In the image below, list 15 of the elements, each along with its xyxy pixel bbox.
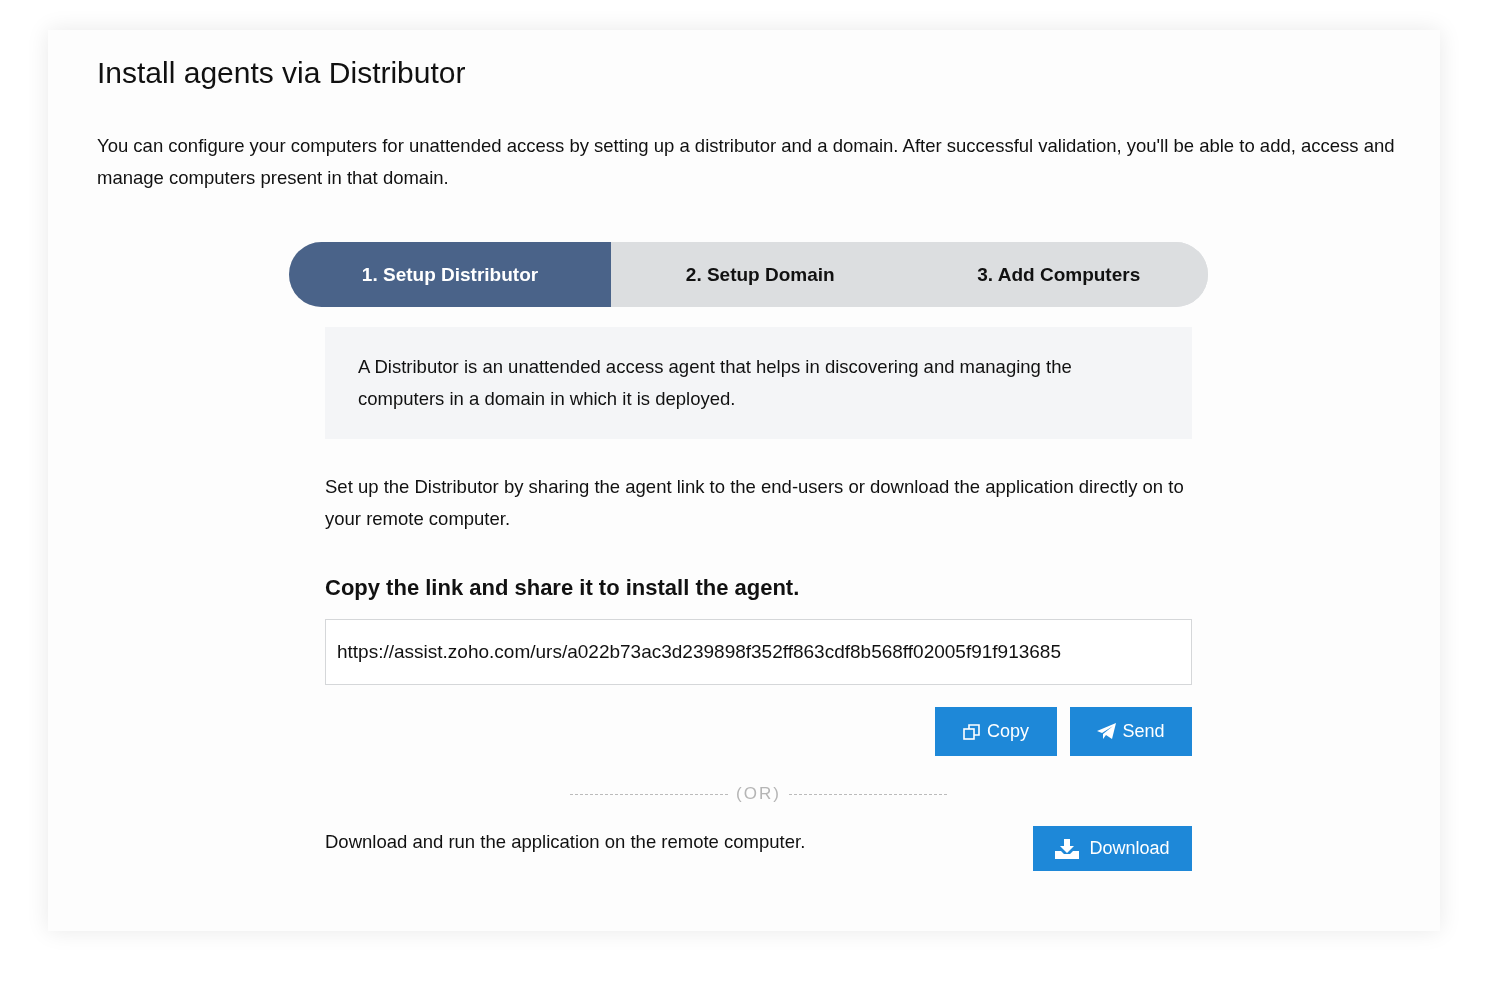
paper-plane-icon xyxy=(1097,723,1117,740)
link-heading: Copy the link and share it to install the agent. xyxy=(325,575,801,601)
copy-button[interactable]: Copy xyxy=(935,707,1057,756)
intro-text: You can configure your computers for unattended access by setting up a distributor and a domain. After successful validation, you'll be able to add, access and manage computers present in that domain. xyxy=(97,134,1396,190)
copy-icon xyxy=(963,722,981,741)
page-title: Install agents via Distributor xyxy=(97,56,467,90)
download-text: Download and run the application on the remote computer. xyxy=(325,831,806,853)
or-separator: (OR) xyxy=(736,784,781,804)
link-field[interactable]: https://assist.zoho.com/urs/a022b73ac3d239898f352ff863cdf8b568ff02005f91f913685 xyxy=(325,619,1192,685)
step-tab[interactable]: 1. Setup Distributor xyxy=(289,242,611,307)
download-icon xyxy=(1055,838,1080,859)
info-box: A Distributor is an unattended access agent that helps in discovering and managing the computers in a domain in which it is deployed. xyxy=(325,327,1192,439)
download-button[interactable]: Download xyxy=(1033,826,1192,871)
setup-text: Set up the Distributor by sharing the agent link to the end-users or download the application directly on to your remote computer. xyxy=(325,475,1185,531)
send-button[interactable]: Send xyxy=(1070,707,1192,756)
